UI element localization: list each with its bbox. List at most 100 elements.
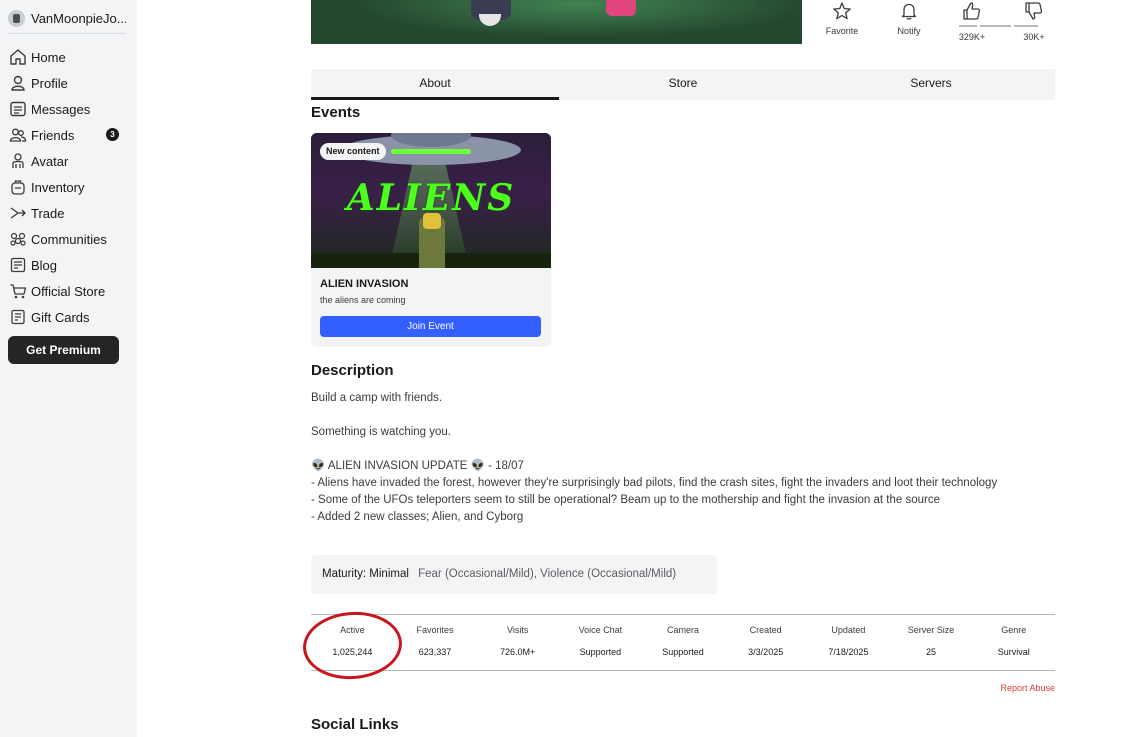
stat-value: 726.0M+ xyxy=(500,647,536,657)
sidebar-item-label: Official Store xyxy=(31,283,106,299)
join-event-button[interactable]: Join Event xyxy=(320,316,541,337)
downvote-button[interactable]: 30K+ xyxy=(1018,0,1050,42)
tab-bar: About Store Servers xyxy=(311,69,1055,100)
thumbs-down-icon xyxy=(1025,2,1043,20)
friends-count-badge: 3 xyxy=(106,128,119,141)
event-card[interactable]: ALIENS New content ALIEN INVASION the al… xyxy=(311,133,551,347)
stat-genre: Genre Survival xyxy=(972,615,1055,670)
divider xyxy=(8,33,126,34)
notify-button[interactable]: Notify xyxy=(891,0,927,36)
messages-icon xyxy=(8,99,28,119)
report-abuse-link[interactable]: Report Abuse xyxy=(1000,683,1055,693)
stat-created: Created 3/3/2025 xyxy=(724,615,807,670)
stat-camera: Camera Supported xyxy=(642,615,725,670)
event-character-head xyxy=(423,213,441,229)
trade-icon xyxy=(8,203,28,223)
sidebar-item-messages[interactable]: Messages xyxy=(8,96,128,122)
stat-favorites: Favorites 623,337 xyxy=(394,615,477,670)
bell-icon xyxy=(901,3,917,20)
stat-voice-chat: Voice Chat Supported xyxy=(559,615,642,670)
sidebar-item-label: Messages xyxy=(31,101,91,117)
sidebar-item-gift-cards[interactable]: Gift Cards xyxy=(8,304,128,330)
stat-value: Supported xyxy=(662,647,704,657)
stat-value: 25 xyxy=(926,647,937,657)
ufo-light xyxy=(391,149,471,154)
stat-value: 623,337 xyxy=(418,647,452,657)
tab-servers[interactable]: Servers xyxy=(807,69,1055,100)
stat-label: Server Size xyxy=(907,625,955,635)
tab-about[interactable]: About xyxy=(311,69,559,100)
social-links-heading: Social Links xyxy=(311,716,399,733)
avatar xyxy=(8,9,25,27)
notify-label: Notify xyxy=(897,26,921,36)
sidebar-item-label: Gift Cards xyxy=(31,309,90,325)
thumbs-up-icon xyxy=(963,2,981,20)
stat-value: Survival xyxy=(997,647,1030,657)
description-line: - Aliens have invaded the forest, howeve… xyxy=(311,477,998,489)
description-text: Build a camp with friends. Something is … xyxy=(311,390,1031,526)
get-premium-button[interactable]: Get Premium xyxy=(8,336,119,364)
maturity-descriptors: Fear (Occasional/Mild), Violence (Occasi… xyxy=(418,568,677,580)
user-profile-link[interactable]: VanMoonpieJo... xyxy=(8,8,126,28)
maturity-label: Maturity: Minimal xyxy=(322,568,409,580)
vote-ratio-bar xyxy=(959,25,1038,27)
game-thumbnail[interactable] xyxy=(311,0,802,44)
stat-server-size: Server Size 25 xyxy=(890,615,973,670)
event-subtitle: the aliens are coming xyxy=(320,295,406,305)
stat-value: Supported xyxy=(579,647,622,657)
tab-store[interactable]: Store xyxy=(559,69,807,100)
description-line: - Added 2 new classes; Alien, and Cyborg xyxy=(311,511,524,523)
star-icon xyxy=(833,2,851,20)
sidebar-item-label: Friends xyxy=(31,127,75,143)
stat-label: Voice Chat xyxy=(578,625,623,635)
stat-label: Genre xyxy=(1001,625,1027,635)
new-content-badge: New content xyxy=(320,143,386,160)
sidebar-item-blog[interactable]: Blog xyxy=(8,252,128,278)
description-line: - Some of the UFOs teleporters seem to s… xyxy=(311,494,941,506)
gift-card-icon xyxy=(8,307,28,327)
friends-icon xyxy=(8,125,28,145)
blog-icon xyxy=(8,255,28,275)
sidebar-item-label: Profile xyxy=(31,75,68,91)
maturity-rating[interactable]: Maturity: Minimal Fear (Occasional/Mild)… xyxy=(311,555,717,594)
sidebar-item-label: Blog xyxy=(31,257,58,273)
sidebar-item-trade[interactable]: Trade xyxy=(8,200,128,226)
sidebar: VanMoonpieJo... Home Profile Messages Fr… xyxy=(0,0,137,737)
username: VanMoonpieJo... xyxy=(31,10,126,26)
stat-visits: Visits 726.0M+ xyxy=(476,615,559,670)
stat-label: Visits xyxy=(507,625,529,635)
sidebar-item-official-store[interactable]: Official Store xyxy=(8,278,128,304)
stat-updated: Updated 7/18/2025 xyxy=(807,615,890,670)
upvote-count: 329K+ xyxy=(958,32,986,42)
game-stats: Active 1,025,244 Favorites 623,337 Visit… xyxy=(311,614,1055,671)
sidebar-item-home[interactable]: Home xyxy=(8,44,128,70)
inventory-icon xyxy=(8,177,28,197)
sidebar-item-profile[interactable]: Profile xyxy=(8,70,128,96)
favorite-label: Favorite xyxy=(825,26,859,36)
sidebar-item-label: Avatar xyxy=(31,153,69,169)
stat-label: Favorites xyxy=(416,625,454,635)
profile-icon xyxy=(8,73,28,93)
sidebar-item-friends[interactable]: Friends 3 xyxy=(8,122,128,148)
stat-label: Updated xyxy=(831,625,866,635)
stat-label: Created xyxy=(749,625,782,635)
avatar-icon xyxy=(8,151,28,171)
sidebar-item-avatar[interactable]: Avatar xyxy=(8,148,128,174)
home-icon xyxy=(8,47,28,67)
thumbnail-glow xyxy=(311,0,802,44)
description-line: 👽 ALIEN INVASION UPDATE 👽 - 18/07 xyxy=(311,460,524,472)
sidebar-item-label: Trade xyxy=(31,205,65,221)
downvote-count: 30K+ xyxy=(1023,32,1045,42)
favorite-button[interactable]: Favorite xyxy=(822,0,862,36)
sidebar-item-label: Inventory xyxy=(31,179,85,195)
description-heading: Description xyxy=(311,362,394,379)
sidebar-item-label: Home xyxy=(31,49,66,65)
description-line xyxy=(311,407,1031,424)
stat-value: 7/18/2025 xyxy=(828,647,869,657)
sidebar-item-inventory[interactable]: Inventory xyxy=(8,174,128,200)
sidebar-item-communities[interactable]: Communities xyxy=(8,226,128,252)
upvote-button[interactable]: 329K+ xyxy=(956,0,988,42)
cart-icon xyxy=(8,281,28,301)
communities-icon xyxy=(8,229,28,249)
event-title: ALIEN INVASION xyxy=(320,278,409,290)
